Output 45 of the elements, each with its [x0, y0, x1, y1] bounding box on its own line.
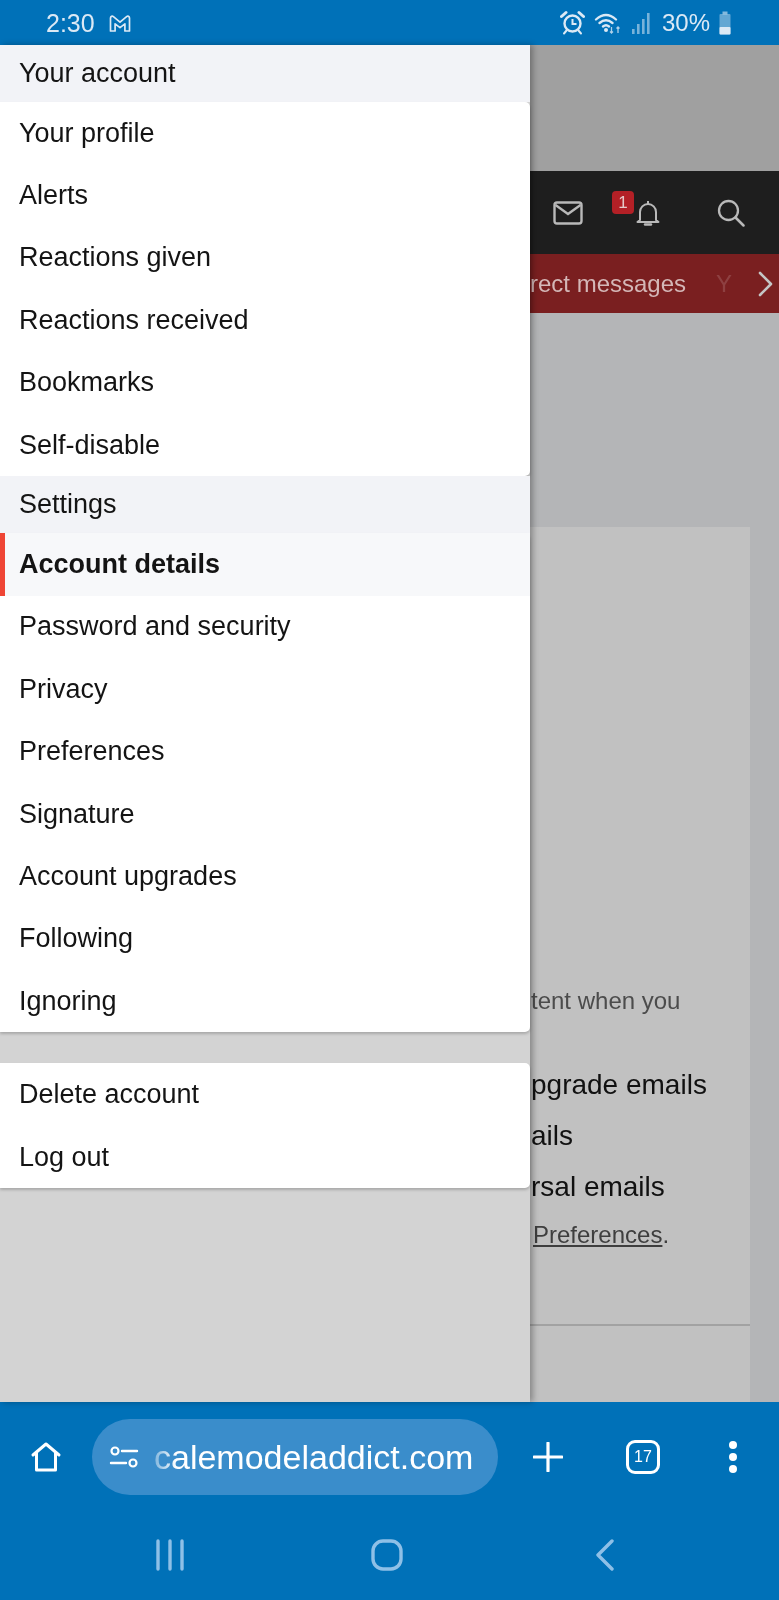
nav-tab[interactable]: rect messages [530, 268, 687, 299]
m-letter-icon [107, 12, 132, 33]
menu-item[interactable]: Account details [0, 533, 530, 596]
section-heading: Settings [0, 476, 530, 534]
option-label: ails [530, 1119, 574, 1153]
bell-icon[interactable] [636, 198, 660, 227]
back-icon[interactable] [595, 1539, 614, 1571]
menu-item[interactable]: Privacy [0, 658, 530, 721]
menu-item[interactable]: Signature [0, 782, 530, 846]
menu-item[interactable]: Ignoring [0, 970, 530, 1033]
more-options-icon[interactable] [728, 1440, 738, 1474]
menu-item[interactable]: Bookmarks [0, 351, 530, 414]
chevron-right-icon[interactable] [758, 270, 773, 297]
menu-item[interactable]: Self-disable [0, 413, 530, 477]
home-icon[interactable] [30, 1441, 62, 1473]
option-label: rsal emails [530, 1170, 666, 1204]
menu-item[interactable]: Log out [0, 1125, 530, 1189]
recent-apps-icon[interactable] [155, 1539, 185, 1571]
menu-item[interactable]: Reactions given [0, 226, 530, 290]
home-button-icon[interactable] [371, 1539, 403, 1571]
section-heading: Your account [0, 45, 530, 102]
option-label: pgrade emails [530, 1068, 708, 1102]
signal-bars-icon [630, 11, 651, 34]
text-link[interactable]: Preferences [533, 1221, 663, 1248]
plus-icon[interactable] [533, 1442, 563, 1472]
menu-item[interactable]: Alerts [0, 164, 530, 227]
envelope-icon[interactable] [553, 200, 583, 225]
menu-item[interactable]: Your profile [0, 102, 530, 165]
battery-icon [719, 10, 731, 35]
menu-item[interactable]: Account upgrades [0, 845, 530, 908]
notification-badge: 1 [612, 190, 634, 214]
battery-percent: 30% [661, 7, 710, 38]
site-settings-icon[interactable] [109, 1445, 139, 1469]
address-bar[interactable]: calemodeladdict.com [92, 1419, 498, 1495]
tab-switcher-button[interactable]: 17 [626, 1440, 660, 1474]
menu-item[interactable]: Preferences [0, 720, 530, 783]
menu-item[interactable]: Reactions received [0, 289, 530, 352]
alarm-clock-icon [559, 10, 585, 35]
hint-text: Preferences. [532, 1220, 671, 1250]
search-icon[interactable] [717, 198, 745, 227]
status-time: 2:30 [46, 7, 95, 38]
menu-item[interactable]: Password and security [0, 595, 530, 659]
hint-text: tent when you [530, 986, 682, 1016]
menu-item[interactable]: Following [0, 907, 530, 971]
menu-item[interactable]: Delete account [0, 1063, 530, 1126]
